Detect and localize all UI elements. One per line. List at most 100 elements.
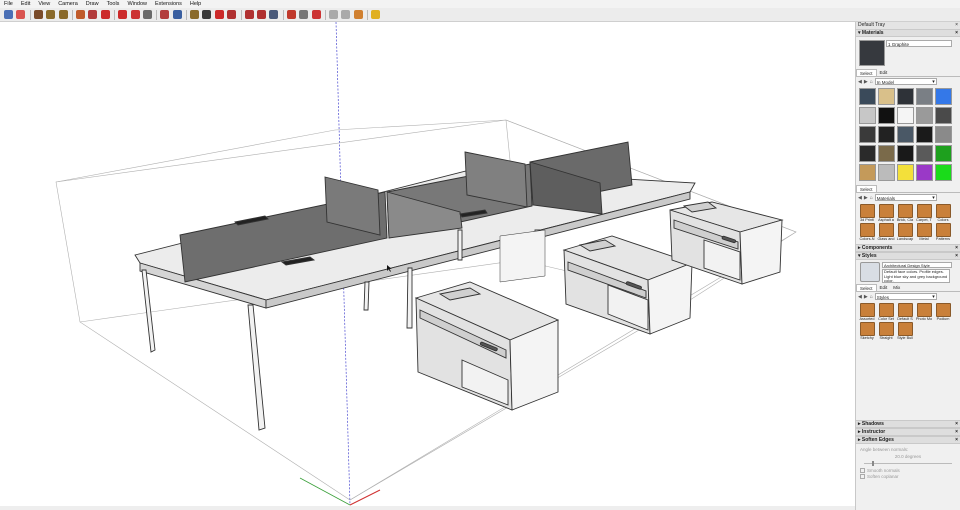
offset-icon[interactable] bbox=[88, 10, 98, 19]
style-name-field[interactable]: Architectural Design Style bbox=[882, 262, 952, 268]
section-plane-icon[interactable] bbox=[269, 10, 279, 19]
sandbox-icon[interactable] bbox=[311, 10, 321, 19]
extension-warehouse-icon[interactable] bbox=[244, 10, 254, 19]
material-swatch[interactable] bbox=[935, 126, 952, 143]
tab-edit[interactable]: Edit bbox=[877, 69, 891, 76]
pencil-icon[interactable] bbox=[341, 10, 351, 19]
library-item[interactable]: Assorted bbox=[858, 303, 876, 321]
forward-arrow-icon[interactable]: ▶ bbox=[864, 195, 868, 201]
menu-file[interactable]: File bbox=[0, 0, 17, 8]
material-swatch[interactable] bbox=[897, 145, 914, 162]
material-swatch[interactable] bbox=[878, 88, 895, 105]
tab-select[interactable]: Select bbox=[856, 69, 877, 76]
material-swatch[interactable] bbox=[859, 107, 876, 124]
material-swatch[interactable] bbox=[935, 145, 952, 162]
material-swatch[interactable] bbox=[916, 107, 933, 124]
material-name-field[interactable]: 1 Graphite bbox=[886, 40, 952, 47]
material-swatch[interactable] bbox=[878, 164, 895, 181]
library-item[interactable]: Podium bbox=[934, 303, 952, 321]
library-item[interactable]: Straight bbox=[877, 322, 895, 340]
forward-arrow-icon[interactable]: ▶ bbox=[864, 79, 868, 85]
library-item[interactable]: Photo Mo bbox=[915, 303, 933, 321]
soften-coplanar-checkbox[interactable]: Soften coplanar bbox=[860, 473, 956, 479]
tab-select-library[interactable]: Select bbox=[856, 185, 877, 192]
components-panel-header[interactable]: ▸ Components × bbox=[856, 244, 960, 252]
materials-collection-select[interactable]: In Model bbox=[874, 78, 937, 86]
library-item[interactable]: Landscap bbox=[896, 223, 914, 241]
material-swatch[interactable] bbox=[897, 126, 914, 143]
library-item[interactable]: Colors-N bbox=[858, 223, 876, 241]
circle-icon[interactable] bbox=[328, 10, 338, 19]
library-item[interactable]: Carpet, T bbox=[915, 204, 933, 222]
menu-camera[interactable]: Camera bbox=[54, 0, 82, 8]
forward-arrow-icon[interactable]: ▶ bbox=[864, 294, 868, 300]
material-swatch[interactable] bbox=[859, 88, 876, 105]
styles-panel-header[interactable]: ▾ Styles × bbox=[856, 252, 960, 260]
material-swatch[interactable] bbox=[878, 107, 895, 124]
library-item[interactable]: Metal bbox=[915, 223, 933, 241]
back-arrow-icon[interactable]: ◀ bbox=[858, 294, 862, 300]
layout-icon[interactable] bbox=[257, 10, 267, 19]
line-pencil-icon[interactable] bbox=[33, 10, 43, 19]
panel-header-shadows[interactable]: ▸ Shadows × bbox=[856, 420, 960, 428]
library-item[interactable]: 3d Printi bbox=[858, 204, 876, 222]
push-pull-icon[interactable] bbox=[75, 10, 85, 19]
material-swatch[interactable] bbox=[859, 164, 876, 181]
material-swatch[interactable] bbox=[935, 88, 952, 105]
material-swatch[interactable] bbox=[878, 126, 895, 143]
menu-extensions[interactable]: Extensions bbox=[151, 0, 186, 8]
panel-close-icon[interactable]: × bbox=[955, 437, 958, 443]
styles-collection-select[interactable]: Styles bbox=[874, 293, 937, 301]
material-swatch[interactable] bbox=[916, 145, 933, 162]
paint-bucket-icon[interactable] bbox=[160, 10, 170, 19]
ruby-icon[interactable] bbox=[353, 10, 363, 19]
rotate-icon[interactable] bbox=[118, 10, 128, 19]
warehouse-icon[interactable] bbox=[227, 10, 237, 19]
menu-tools[interactable]: Tools bbox=[103, 0, 124, 8]
material-swatch[interactable] bbox=[916, 164, 933, 181]
zoom-icon[interactable] bbox=[202, 10, 212, 19]
material-swatch[interactable] bbox=[935, 164, 952, 181]
library-item[interactable]: Color Set bbox=[877, 303, 895, 321]
move-icon[interactable] bbox=[100, 10, 110, 19]
library-item[interactable]: Colors bbox=[934, 204, 952, 222]
home-icon[interactable]: ⌂ bbox=[870, 79, 873, 85]
panel-close-icon[interactable]: × bbox=[955, 245, 958, 251]
material-swatch[interactable] bbox=[897, 88, 914, 105]
material-swatch[interactable] bbox=[859, 145, 876, 162]
tag-icon[interactable] bbox=[299, 10, 309, 19]
pan-icon[interactable] bbox=[190, 10, 200, 19]
model-info-icon[interactable] bbox=[286, 10, 296, 19]
tab-styles-mix[interactable]: Mix bbox=[890, 284, 903, 291]
back-arrow-icon[interactable]: ◀ bbox=[858, 195, 862, 201]
library-item[interactable]: Sketchy bbox=[858, 322, 876, 340]
home-icon[interactable]: ⌂ bbox=[870, 294, 873, 300]
slider-knob[interactable] bbox=[872, 461, 874, 466]
panel-header-instructor[interactable]: ▸ Instructor × bbox=[856, 428, 960, 436]
library-item[interactable]: Style Buil bbox=[896, 322, 914, 340]
material-swatch[interactable] bbox=[935, 107, 952, 124]
material-swatch[interactable] bbox=[878, 145, 895, 162]
menu-edit[interactable]: Edit bbox=[17, 0, 34, 8]
library-item[interactable]: Patterns bbox=[934, 223, 952, 241]
materials-library-select[interactable]: Materials bbox=[874, 194, 937, 202]
library-item[interactable]: Glass and bbox=[877, 223, 895, 241]
menu-view[interactable]: View bbox=[34, 0, 54, 8]
rectangle-icon[interactable] bbox=[58, 10, 68, 19]
material-swatch[interactable] bbox=[897, 164, 914, 181]
panel-close-icon[interactable]: × bbox=[955, 30, 958, 36]
tray-close-icon[interactable]: × bbox=[955, 22, 958, 29]
select-arrow-icon[interactable] bbox=[4, 10, 13, 19]
material-swatch[interactable] bbox=[916, 88, 933, 105]
panel-header-soften-edges[interactable]: ▸ Soften Edges × bbox=[856, 436, 960, 444]
arc-icon[interactable] bbox=[46, 10, 56, 19]
scale-icon[interactable] bbox=[130, 10, 140, 19]
angle-slider[interactable] bbox=[860, 460, 956, 467]
tab-styles-edit[interactable]: Edit bbox=[877, 284, 891, 291]
library-item[interactable]: Brick, Cla bbox=[896, 204, 914, 222]
panel-close-icon[interactable]: × bbox=[955, 421, 958, 427]
tape-measure-icon[interactable] bbox=[142, 10, 152, 19]
eraser-icon[interactable] bbox=[16, 10, 26, 19]
library-item[interactable]: Default S bbox=[896, 303, 914, 321]
material-swatch[interactable] bbox=[897, 107, 914, 124]
